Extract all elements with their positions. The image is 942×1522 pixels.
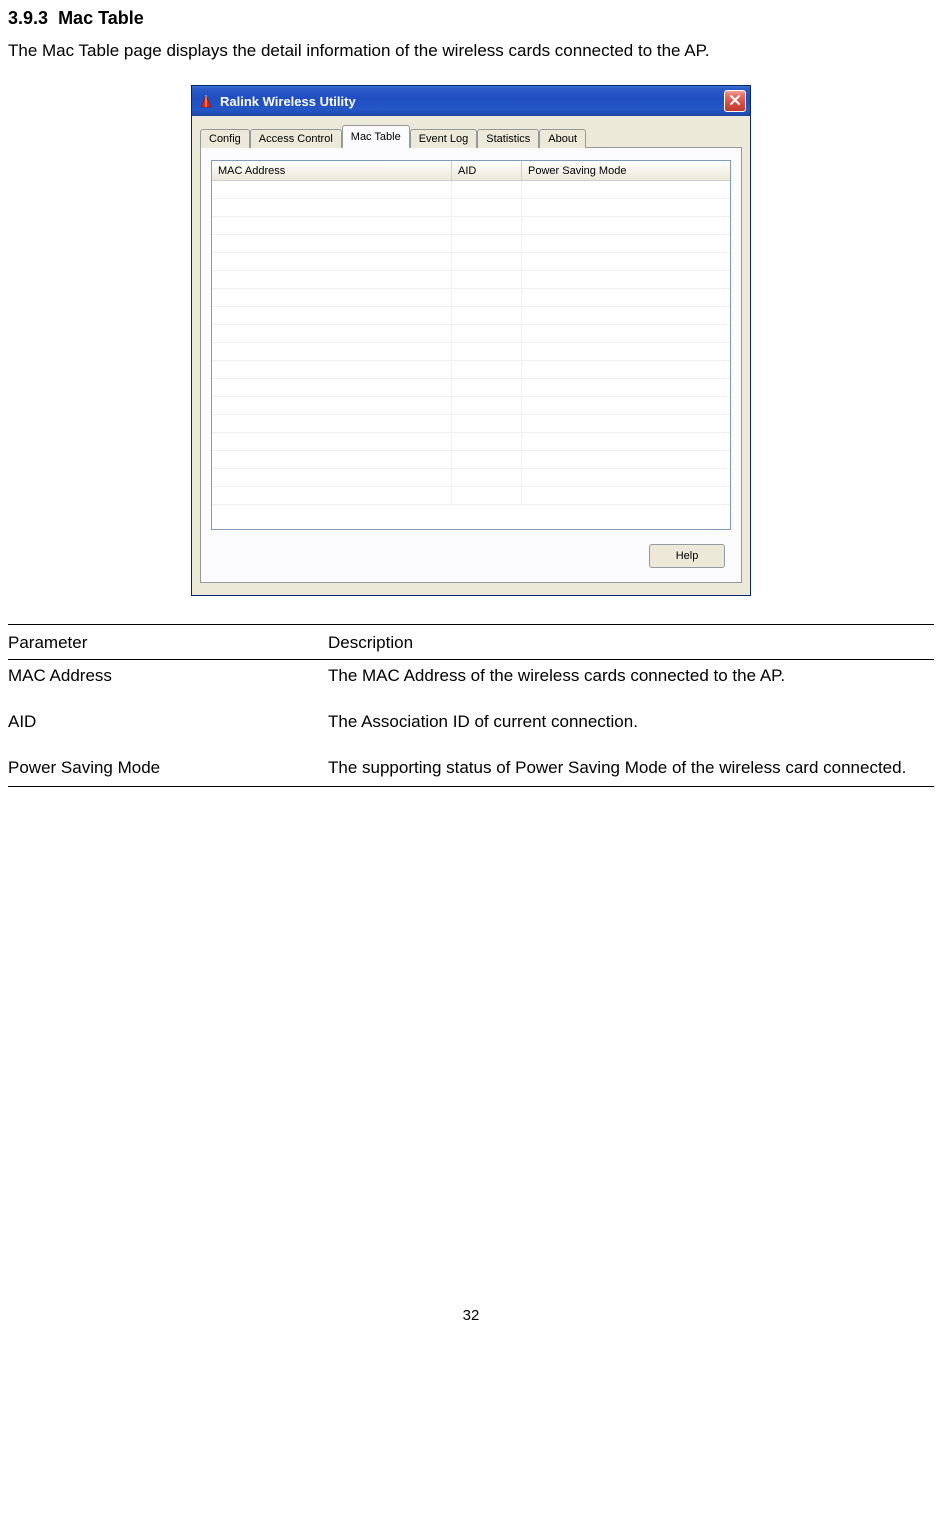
section-number: 3.9.3	[8, 8, 48, 28]
col-header-mac[interactable]: MAC Address	[212, 161, 452, 180]
table-row	[212, 289, 730, 307]
table-row	[212, 433, 730, 451]
desc-header-desc: Description	[328, 625, 934, 660]
table-row	[212, 397, 730, 415]
mac-table-list: MAC Address AID Power Saving Mode	[211, 160, 731, 530]
tab-mac-table[interactable]: Mac Table	[342, 125, 410, 148]
desc-power-saving-mode: The supporting status of Power Saving Mo…	[328, 738, 934, 787]
close-icon	[729, 94, 741, 109]
param-aid: AID	[8, 692, 328, 738]
param-power-saving-mode: Power Saving Mode	[8, 738, 328, 787]
tab-access-control[interactable]: Access Control	[250, 129, 342, 148]
tab-about[interactable]: About	[539, 129, 586, 148]
close-button[interactable]	[724, 90, 746, 112]
col-header-aid[interactable]: AID	[452, 161, 522, 180]
desc-mac-address: The MAC Address of the wireless cards co…	[328, 660, 934, 692]
table-row	[212, 361, 730, 379]
table-row	[212, 325, 730, 343]
table-row	[212, 253, 730, 271]
description-table: Parameter Description MAC Address The MA…	[8, 624, 934, 787]
table-row	[212, 271, 730, 289]
dialog-screenshot: Ralink Wireless Utility Config Access Co…	[8, 85, 934, 596]
tab-panel: MAC Address AID Power Saving Mode	[200, 148, 742, 583]
col-header-psm[interactable]: Power Saving Mode	[522, 161, 730, 180]
help-button[interactable]: Help	[649, 544, 725, 568]
table-row	[212, 451, 730, 469]
dialog-body: Config Access Control Mac Table Event Lo…	[192, 116, 750, 595]
intro-paragraph: The Mac Table page displays the detail i…	[8, 41, 934, 61]
section-title-text: Mac Table	[58, 8, 144, 28]
list-rows	[212, 181, 730, 529]
page-number: 32	[0, 1307, 942, 1344]
table-row	[212, 235, 730, 253]
table-row	[212, 487, 730, 505]
titlebar: Ralink Wireless Utility	[192, 86, 750, 116]
table-row	[212, 217, 730, 235]
tab-event-log[interactable]: Event Log	[410, 129, 478, 148]
param-mac-address: MAC Address	[8, 660, 328, 692]
table-row	[212, 343, 730, 361]
list-header: MAC Address AID Power Saving Mode	[212, 161, 730, 181]
table-row	[212, 199, 730, 217]
tab-statistics[interactable]: Statistics	[477, 129, 539, 148]
table-row	[212, 379, 730, 397]
tab-config[interactable]: Config	[200, 129, 250, 148]
tabs-row: Config Access Control Mac Table Event Lo…	[200, 126, 742, 148]
table-row	[212, 469, 730, 487]
dialog-window: Ralink Wireless Utility Config Access Co…	[191, 85, 751, 596]
table-row	[212, 307, 730, 325]
section-heading: 3.9.3 Mac Table	[8, 8, 934, 29]
desc-header-param: Parameter	[8, 625, 328, 660]
app-icon	[198, 93, 214, 109]
window-title: Ralink Wireless Utility	[220, 94, 724, 109]
desc-aid: The Association ID of current connection…	[328, 692, 934, 738]
dialog-button-row: Help	[211, 544, 731, 568]
table-row	[212, 415, 730, 433]
table-row	[212, 181, 730, 199]
